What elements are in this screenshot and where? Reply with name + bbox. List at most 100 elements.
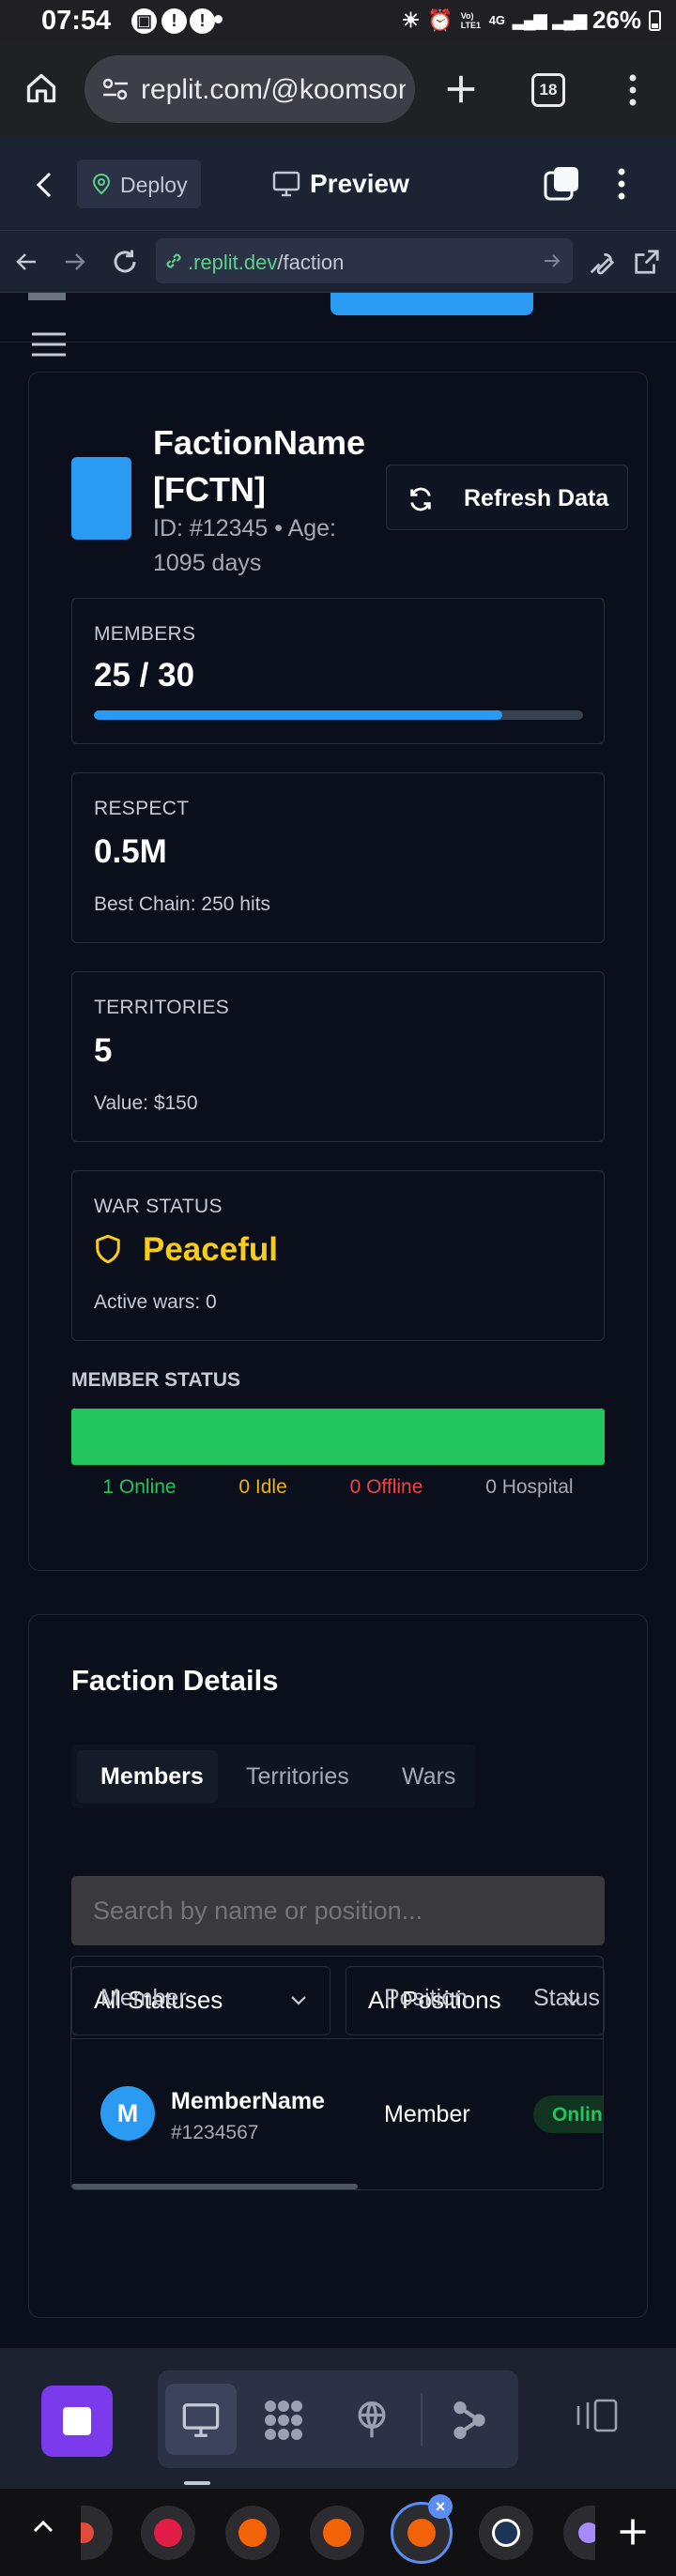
app-icon-partial[interactable]	[81, 2506, 113, 2560]
status-badge-text: Online	[552, 2104, 603, 2126]
go-arrow-icon[interactable]	[543, 252, 561, 270]
preview-address-bar: .replit.dev/faction	[0, 231, 676, 293]
faction-meta-line2: 1095 days	[153, 550, 262, 576]
faction-meta-line1: ID: #12345 • Age:	[153, 515, 337, 541]
browser-toolbar: replit.com/@koomsonk 18	[0, 43, 676, 137]
offline-count: 0 Offline	[349, 1476, 423, 1498]
site-settings-icon[interactable]	[101, 76, 130, 102]
android-taskbar: ×	[0, 2489, 676, 2576]
stop-square-icon	[63, 2407, 91, 2435]
stop-button[interactable]	[41, 2385, 113, 2457]
avatar: M	[100, 2086, 155, 2141]
app-icon-red[interactable]	[141, 2506, 195, 2560]
deploy-button[interactable]: Deploy	[77, 160, 201, 208]
tabs-icon[interactable]	[543, 165, 580, 203]
preview-tool-button[interactable]	[165, 2384, 237, 2455]
member-id: #1234567	[171, 2122, 259, 2143]
faction-meta: ID: #12345 • Age: 1095 days	[153, 511, 336, 581]
git-branch-icon[interactable]	[451, 2399, 488, 2442]
col-status[interactable]: Status	[533, 1985, 600, 2012]
member-position: Member	[384, 2101, 470, 2127]
members-table: Member Position Status M MemberName #123…	[70, 1956, 604, 2190]
refresh-icon	[407, 486, 434, 512]
hamburger-menu-icon[interactable]	[30, 330, 68, 358]
tab-territories[interactable]: Territories	[246, 1763, 349, 1791]
members-stat: MEMBERS 25 / 30	[71, 598, 605, 744]
reload-icon[interactable]	[111, 248, 139, 276]
preview-monitor-icon	[272, 171, 300, 197]
browser-menu-icon[interactable]	[627, 73, 638, 107]
split-layout-icon[interactable]	[575, 2397, 620, 2434]
page-content: FactionName [FCTN] ID: #12345 • Age: 109…	[0, 293, 676, 2348]
members-progress-bar	[94, 710, 583, 720]
member-name[interactable]: MemberName	[171, 2088, 325, 2115]
header-action-button-partial[interactable]	[330, 293, 533, 315]
devtools-wrench-icon[interactable]	[588, 248, 616, 276]
faction-name: FactionName [FCTN]	[153, 419, 365, 513]
table-header: Member Position Status	[71, 1957, 603, 2039]
preview-url-text: .replit.dev/faction	[188, 251, 344, 275]
details-tabs: Members Territories Wars	[71, 1745, 475, 1808]
respect-title: RESPECT	[94, 798, 190, 819]
back-chevron-icon[interactable]	[36, 171, 53, 199]
war-sub: Active wars: 0	[94, 1291, 217, 1313]
app-icon-blue[interactable]	[479, 2506, 533, 2560]
refresh-label: Refresh Data	[464, 485, 609, 511]
member-search-input[interactable]	[71, 1876, 605, 1945]
signal-icon-2: ▂▄▆	[552, 10, 587, 29]
chevron-up-icon[interactable]	[32, 2519, 54, 2534]
home-icon[interactable]	[24, 71, 58, 105]
battery-icon	[649, 9, 661, 31]
status-badge: Online	[533, 2096, 603, 2133]
dock-tool-group	[158, 2370, 518, 2468]
clock: 07:54	[41, 6, 112, 36]
deploy-label: Deploy	[120, 173, 188, 197]
territories-sub: Value: $150	[94, 1092, 198, 1114]
new-tab-icon[interactable]	[443, 71, 479, 107]
member-status-title: MEMBER STATUS	[71, 1369, 241, 1391]
network-globe-icon[interactable]	[351, 2399, 392, 2442]
photo-notification-icon: ▣	[131, 8, 157, 34]
link-icon	[163, 251, 184, 271]
replit-menu-icon[interactable]	[616, 167, 627, 201]
alert-notification-icon-2: !	[190, 8, 215, 34]
header-title-partial	[28, 293, 66, 300]
tab-members[interactable]: Members	[77, 1750, 218, 1803]
col-position[interactable]: Position	[384, 1985, 468, 2012]
alarm-icon: ⏰	[427, 8, 453, 32]
close-app-icon[interactable]: ×	[428, 2494, 453, 2519]
faction-name-text: FactionName	[153, 423, 366, 462]
refresh-data-button[interactable]: Refresh Data	[386, 465, 628, 530]
war-value: Peaceful	[143, 1231, 278, 1268]
war-title: WAR STATUS	[94, 1196, 223, 1217]
app-icon-orange[interactable]	[225, 2506, 280, 2560]
col-member[interactable]: Member	[100, 1985, 187, 2012]
replit-bottom-dock	[0, 2348, 676, 2489]
files-grid-icon[interactable]	[261, 2399, 306, 2442]
tab-switcher-button[interactable]: 18	[531, 73, 565, 107]
table-horizontal-scrollbar[interactable]	[71, 2184, 358, 2189]
war-status-stat: WAR STATUS Peaceful Active wars: 0	[71, 1170, 605, 1341]
preview-label[interactable]: Preview	[310, 169, 409, 199]
tab-wars[interactable]: Wars	[402, 1763, 455, 1791]
alert-notification-icon: !	[161, 8, 187, 34]
preview-url-field[interactable]: .replit.dev/faction	[156, 238, 573, 283]
faction-logo	[71, 457, 131, 540]
replit-header: Deploy Preview	[0, 137, 676, 231]
respect-stat: RESPECT 0.5M Best Chain: 250 hits	[71, 772, 605, 943]
territories-title: TERRITORIES	[94, 997, 230, 1018]
add-app-icon[interactable]	[616, 2515, 650, 2549]
forward-arrow-icon[interactable]	[64, 252, 86, 272]
open-external-icon[interactable]	[633, 248, 661, 276]
details-title: Faction Details	[71, 1664, 279, 1697]
back-arrow-icon[interactable]	[15, 252, 38, 272]
status-indicators: ☀ ⏰ Vo) LTE1 4G ▂▄▆ ▂▄▆ 26%	[402, 6, 661, 35]
idle-count: 0 Idle	[238, 1476, 287, 1498]
url-bar[interactable]: replit.com/@koomsonk	[84, 55, 415, 123]
app-icon-partial-2[interactable]	[563, 2506, 595, 2560]
table-row[interactable]: M MemberName #1234567 Member Online	[71, 2039, 603, 2186]
hospital-count: 0 Hospital	[485, 1476, 574, 1498]
app-icon-orange-2[interactable]	[310, 2506, 364, 2560]
header-divider	[0, 342, 676, 343]
respect-value: 0.5M	[94, 833, 167, 870]
